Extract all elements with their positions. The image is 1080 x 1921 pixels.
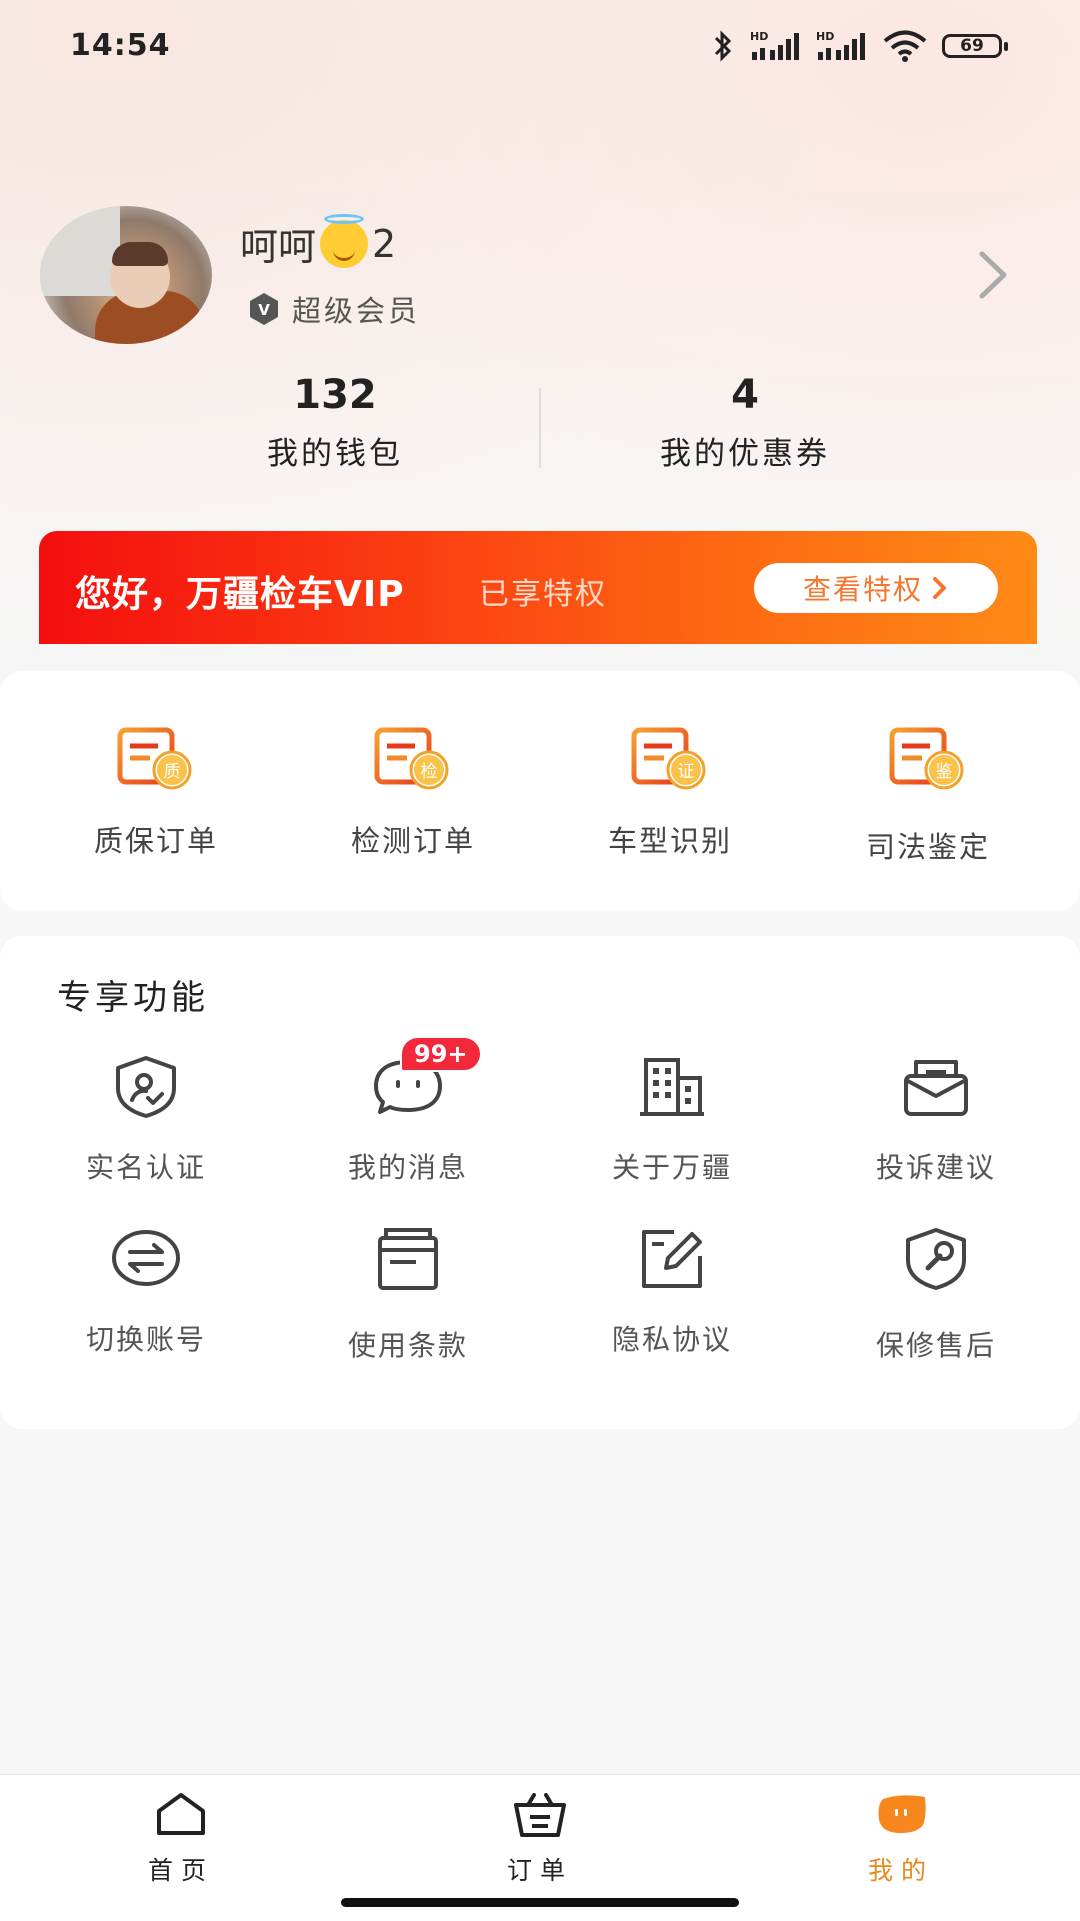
tab-orders[interactable]: 订单: [460, 1791, 620, 1887]
svg-text:V: V: [258, 301, 270, 319]
signal-hd-icon: HD: [750, 30, 799, 60]
inspection-order-label: 检测订单: [350, 824, 475, 858]
view-privileges-button[interactable]: 查看特权: [754, 563, 998, 613]
my-messages-item[interactable]: 我的消息: [298, 1054, 518, 1186]
vip-badge-icon: V: [246, 291, 282, 327]
mail-icon: [904, 1060, 968, 1116]
privacy-policy-label: 隐私协议: [611, 1323, 732, 1356]
vehicle-recognition-badge: 证: [678, 762, 695, 782]
signal-hd-icon: HD: [816, 30, 865, 60]
basket-icon: [514, 1793, 566, 1837]
bluetooth-icon: [714, 30, 732, 62]
vip-banner-title: 您好，万疆检车VIP: [75, 574, 405, 615]
smiling-face-with-halo-icon: [320, 213, 369, 268]
switch-account-item[interactable]: 切换账号: [36, 1226, 256, 1358]
tab-profile-label: 我的: [867, 1856, 934, 1885]
warranty-service-label: 保修售后: [875, 1329, 996, 1362]
home-icon: [157, 1793, 205, 1835]
warranty-order-item[interactable]: 质 质保订单: [56, 726, 256, 860]
tab-home-label: 首页: [147, 1856, 214, 1885]
message-count-badge: 99+: [400, 1036, 482, 1072]
shield-user-icon: [116, 1056, 176, 1118]
wallet-value: 132: [293, 372, 377, 418]
document-icon: [378, 1228, 438, 1290]
member-level: V 超级会员: [246, 288, 420, 330]
user-name-prefix: 呵呵: [240, 225, 317, 269]
orders-card: 质 质保订单 检 检测订单 证 车型识别 鉴 司法鉴定: [0, 671, 1080, 911]
warranty-order-icon: 质: [117, 727, 192, 790]
judicial-appraisal-badge: 鉴: [936, 762, 953, 782]
inspection-order-icon: 检: [374, 727, 449, 790]
svg-text:HD: HD: [816, 30, 834, 43]
coupon-stat[interactable]: 4 我的优惠券: [620, 372, 870, 473]
status-time: 14:54: [70, 28, 171, 63]
wallet-label: 我的钱包: [267, 436, 403, 472]
edit-icon: [642, 1230, 702, 1288]
shield-wrench-icon: [906, 1228, 966, 1290]
user-name[interactable]: 呵呵 2: [240, 213, 397, 271]
judicial-appraisal-icon: 鉴: [889, 727, 964, 790]
view-privileges-label: 查看特权: [802, 573, 923, 606]
complaints-suggestions-item[interactable]: 投诉建议: [826, 1054, 1046, 1186]
tab-home[interactable]: 首页: [101, 1791, 261, 1887]
avatar[interactable]: [40, 206, 212, 344]
about-wanjiang-label: 关于万疆: [611, 1151, 732, 1184]
home-indicator[interactable]: [341, 1898, 739, 1907]
complaints-suggestions-label: 投诉建议: [875, 1151, 996, 1184]
battery-icon: 69: [942, 34, 1008, 58]
vip-banner[interactable]: 您好，万疆检车VIP 已享特权 查看特权: [39, 531, 1037, 644]
coupon-label: 我的优惠券: [660, 436, 830, 472]
terms-of-use-item[interactable]: 使用条款: [298, 1226, 518, 1364]
status-icons: HD HD 69: [710, 26, 1008, 66]
status-bar: 14:54 HD HD 69: [0, 0, 1080, 96]
real-name-auth-label: 实名认证: [85, 1151, 206, 1184]
profile-face-icon: [878, 1795, 926, 1833]
vehicle-recognition-icon: 证: [631, 727, 706, 790]
switch-arrows-icon: [112, 1230, 180, 1286]
tab-orders-label: 订单: [506, 1856, 573, 1885]
building-icon: [640, 1058, 704, 1116]
stats-divider: [539, 388, 541, 468]
about-wanjiang-item[interactable]: 关于万疆: [562, 1054, 782, 1186]
user-name-suffix: 2: [372, 221, 397, 266]
switch-account-label: 切换账号: [85, 1323, 206, 1356]
wallet-stat[interactable]: 132 我的钱包: [220, 372, 450, 473]
features-card: 专享功能 实名认证 我的消息 关于万疆 投诉建议 切换账号 使用条款 隐私协议 …: [0, 936, 1080, 1429]
chevron-right-icon: [933, 577, 946, 599]
warranty-service-item[interactable]: 保修售后: [826, 1226, 1046, 1364]
tab-profile[interactable]: 我的: [821, 1791, 981, 1887]
privacy-policy-item[interactable]: 隐私协议: [562, 1226, 782, 1358]
judicial-appraisal-label: 司法鉴定: [865, 830, 990, 864]
features-title: 专享功能: [57, 978, 209, 1018]
vip-banner-subtitle: 已享特权: [479, 577, 607, 612]
vehicle-recognition-label: 车型识别: [607, 824, 732, 858]
warranty-order-label: 质保订单: [93, 824, 218, 858]
real-name-auth-item[interactable]: 实名认证: [36, 1054, 256, 1186]
chevron-right-icon[interactable]: [972, 248, 1016, 302]
inspection-order-item[interactable]: 检 检测订单: [313, 726, 513, 860]
judicial-appraisal-item[interactable]: 鉴 司法鉴定: [828, 726, 1028, 866]
svg-text:HD: HD: [750, 30, 768, 43]
member-level-label: 超级会员: [292, 294, 421, 328]
warranty-order-badge: 质: [164, 762, 181, 782]
my-messages-label: 我的消息: [347, 1151, 468, 1184]
terms-of-use-label: 使用条款: [347, 1329, 468, 1362]
wifi-icon: [883, 30, 927, 62]
vehicle-recognition-item[interactable]: 证 车型识别: [570, 726, 770, 860]
coupon-value: 4: [731, 372, 759, 418]
inspection-order-badge: 检: [421, 762, 438, 782]
